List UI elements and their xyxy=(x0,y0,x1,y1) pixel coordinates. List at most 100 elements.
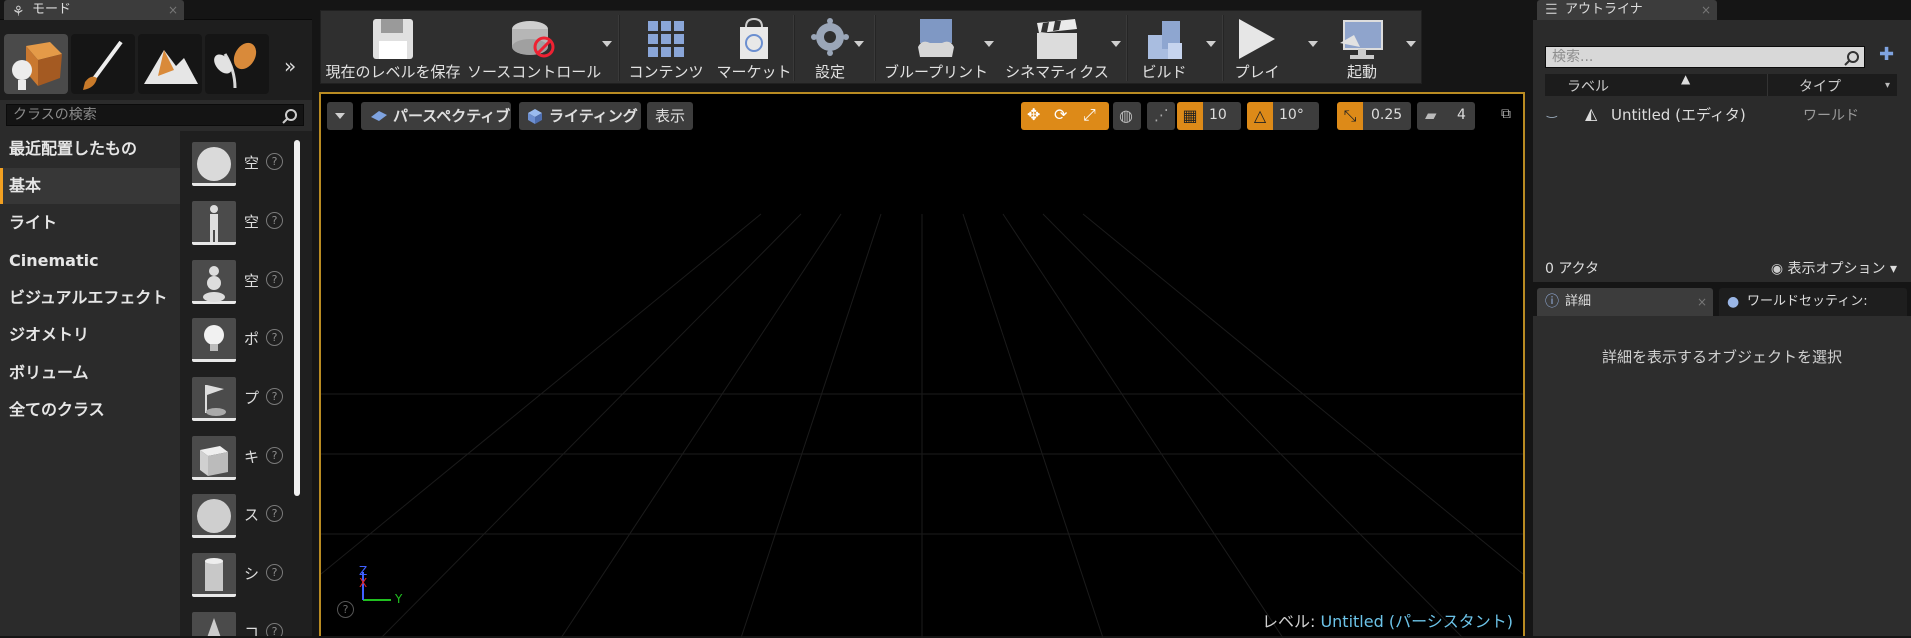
build-dropdown-icon[interactable] xyxy=(1206,41,1216,47)
landscape-mode-icon[interactable] xyxy=(138,34,202,94)
scale-snap-control[interactable]: ⤡ 0.25 xyxy=(1337,102,1411,130)
play-button[interactable]: プレイ xyxy=(1227,11,1287,85)
rotate-icon[interactable]: ⟳ xyxy=(1054,105,1067,124)
help-icon[interactable]: ? xyxy=(266,388,283,405)
play-dropdown-icon[interactable] xyxy=(1308,41,1318,47)
placeables-scrollbar[interactable] xyxy=(294,140,300,496)
viewport-help-icon[interactable]: ? xyxy=(337,601,354,618)
save-level-button[interactable]: 現在のレベルを保存 xyxy=(325,11,461,85)
viewport-options-button[interactable] xyxy=(327,102,353,130)
current-level-label: レベル: Untitled (パーシスタント) xyxy=(1261,612,1513,631)
lighting-mode-button[interactable]: ライティング xyxy=(519,102,641,130)
perspective-button[interactable]: パースペクティブ xyxy=(361,102,511,130)
save-icon xyxy=(373,19,413,59)
foliage-mode-icon[interactable] xyxy=(205,34,269,94)
build-button[interactable]: ビルド xyxy=(1131,11,1197,85)
scale-icon[interactable]: ⤢ xyxy=(1083,105,1096,125)
help-icon[interactable]: ? xyxy=(266,623,283,636)
close-icon[interactable]: × xyxy=(168,0,178,20)
column-type[interactable]: タイプ xyxy=(1799,76,1841,96)
source-control-button[interactable]: ソースコントロール xyxy=(467,11,601,85)
category-visual-effects[interactable]: ビジュアルエフェクト xyxy=(0,280,180,316)
show-button[interactable]: 表示 xyxy=(647,102,693,130)
help-icon[interactable]: ? xyxy=(266,505,283,522)
category-geometry[interactable]: ジオメトリ xyxy=(0,317,180,353)
outliner-footer: 0 アクタ ◉ 表示オプション ▾ xyxy=(1545,256,1897,280)
column-options-icon[interactable]: ▾ xyxy=(1885,80,1890,91)
grid-snap-control[interactable]: ▦ 10 xyxy=(1177,102,1241,130)
rotation-snap-control[interactable]: △ 10° xyxy=(1247,102,1319,130)
view-options-button[interactable]: ◉ 表示オプション ▾ xyxy=(1771,258,1897,278)
class-search-input[interactable]: クラスの検索 xyxy=(6,104,304,126)
gear-icon xyxy=(811,18,849,56)
grid-snap-icon[interactable]: ▦ xyxy=(1177,102,1203,130)
close-icon[interactable]: × xyxy=(1701,0,1711,20)
chevron-down-icon: ▾ xyxy=(1885,261,1897,277)
camera-speed-control[interactable]: ▰ 4 xyxy=(1417,102,1475,130)
details-panel: 詳細を表示するオブジェクトを選択 xyxy=(1533,316,1911,636)
axis-y-label: Y xyxy=(395,592,403,606)
paint-mode-icon[interactable] xyxy=(71,34,135,94)
placeable-item[interactable]: コ? xyxy=(186,608,286,636)
placeable-item[interactable]: ポ? xyxy=(186,314,286,370)
placeable-item[interactable]: キ? xyxy=(186,432,286,488)
details-tab[interactable]: ⓘ 詳細 × xyxy=(1537,288,1713,316)
content-button[interactable]: コンテンツ xyxy=(623,11,709,85)
placeable-item[interactable]: 空? xyxy=(186,256,286,312)
more-modes-icon[interactable]: » xyxy=(284,54,296,78)
transform-tools: ✥ ⟳ ⤢ xyxy=(1021,102,1109,130)
help-icon[interactable]: ? xyxy=(266,153,283,170)
surface-snap-toggle[interactable]: ⋰ xyxy=(1147,102,1175,130)
settings-button[interactable]: 設定 xyxy=(799,11,861,85)
help-icon[interactable]: ? xyxy=(266,329,283,346)
category-volumes[interactable]: ボリューム xyxy=(0,355,180,391)
source-control-dropdown-icon[interactable] xyxy=(602,41,612,47)
help-icon[interactable]: ? xyxy=(266,271,283,288)
placeable-item[interactable]: 空? xyxy=(186,197,286,253)
outliner-tab[interactable]: ☰ アウトライナ × xyxy=(1537,0,1717,20)
character-thumbnail xyxy=(192,201,236,245)
settings-dropdown-icon[interactable] xyxy=(854,41,864,47)
maximize-viewport-icon[interactable]: ⧉ xyxy=(1501,106,1511,122)
cinematics-dropdown-icon[interactable] xyxy=(1111,41,1121,47)
placeable-item[interactable]: シ? xyxy=(186,549,286,605)
rotation-snap-icon[interactable]: △ xyxy=(1247,102,1273,130)
placeable-item[interactable]: ス? xyxy=(186,490,286,546)
column-label[interactable]: ラベル xyxy=(1567,76,1609,96)
build-blocks-icon xyxy=(1148,21,1182,59)
close-icon[interactable]: × xyxy=(1697,288,1707,316)
outliner-search-input[interactable]: 検索... xyxy=(1545,46,1865,68)
outliner-row[interactable]: ‿ ◭ Untitled (エディタ) ワールド xyxy=(1545,102,1897,126)
world-settings-tab[interactable]: ● ワールドセッティン: xyxy=(1719,288,1907,316)
modes-panel: ⚘ モード × » クラスの検索 最近配置したもの 基本 ライト Cinemat… xyxy=(0,0,312,636)
marketplace-button[interactable]: マーケット xyxy=(713,11,795,85)
cinematics-button[interactable]: シネマティクス xyxy=(1004,11,1110,85)
level-viewport[interactable]: パースペクティブ ライティング 表示 ✥ ⟳ ⤢ ◍ ⋰ ▦ 10 △ 10° ⤡ 0… xyxy=(319,92,1525,638)
add-filter-icon[interactable]: ✚ xyxy=(1879,44,1894,65)
toolbar-separator xyxy=(618,15,620,81)
cone-thumbnail xyxy=(192,612,236,636)
category-basic[interactable]: 基本 xyxy=(0,168,180,204)
expand-arrow-icon[interactable]: ‿ xyxy=(1547,104,1557,118)
launch-dropdown-icon[interactable] xyxy=(1406,41,1416,47)
help-icon[interactable]: ? xyxy=(266,564,283,581)
placeable-item[interactable]: プ? xyxy=(186,373,286,429)
blueprints-dropdown-icon[interactable] xyxy=(984,41,994,47)
place-mode-icon[interactable] xyxy=(4,34,68,94)
translate-icon[interactable]: ✥ xyxy=(1027,105,1040,124)
world-local-toggle[interactable]: ◍ xyxy=(1113,102,1141,130)
category-lights[interactable]: ライト xyxy=(0,205,180,241)
category-cinematic[interactable]: Cinematic xyxy=(0,243,180,279)
launch-button[interactable]: 起動 xyxy=(1324,11,1400,85)
blueprints-button[interactable]: ブループリント xyxy=(881,11,991,85)
category-recent[interactable]: 最近配置したもの xyxy=(0,131,180,167)
perspective-cube-icon xyxy=(371,111,387,121)
category-all-classes[interactable]: 全てのクラス xyxy=(0,392,180,428)
placeable-item[interactable]: 空? xyxy=(186,138,286,194)
help-icon[interactable]: ? xyxy=(266,212,283,229)
point-light-thumbnail xyxy=(192,318,236,362)
scale-snap-icon[interactable]: ⤡ xyxy=(1337,102,1363,130)
help-icon[interactable]: ? xyxy=(266,447,283,464)
modes-tab[interactable]: ⚘ モード × xyxy=(4,0,184,20)
sphere-thumbnail xyxy=(192,142,236,186)
